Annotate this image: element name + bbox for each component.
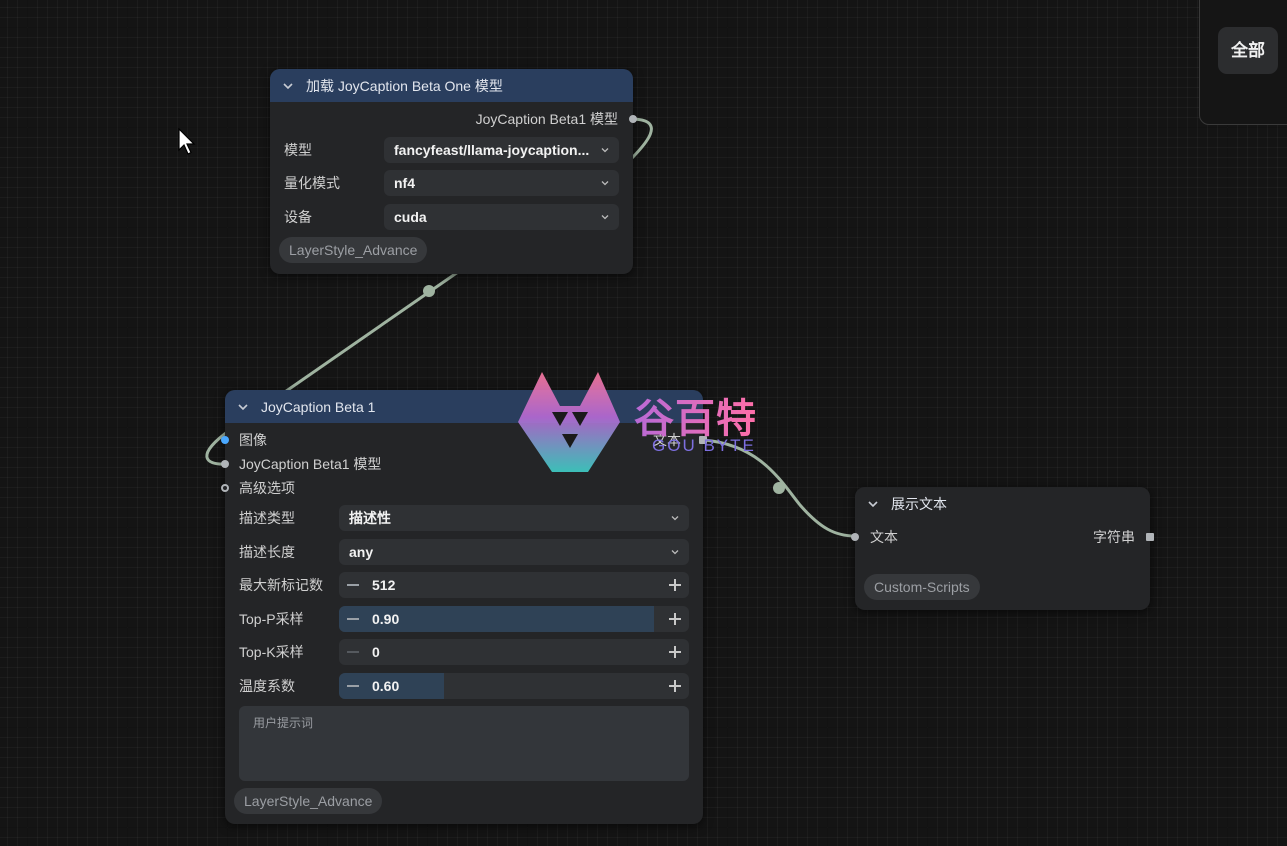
- chevron-down-icon: [601, 148, 609, 153]
- source-badge: LayerStyle_Advance: [279, 237, 428, 263]
- node-title: JoyCaption Beta 1: [261, 398, 376, 415]
- top-k-stepper[interactable]: 0: [339, 639, 689, 665]
- chevron-down-icon: [601, 181, 609, 186]
- user-prompt-placeholder: 用户提示词: [253, 716, 314, 730]
- user-prompt-textarea[interactable]: 用户提示词: [239, 706, 689, 781]
- quantization-value: nf4: [394, 175, 415, 191]
- joycaption-node[interactable]: JoyCaption Beta 1 图像 文本 JoyCaption Beta1…: [221, 390, 707, 824]
- caption-length-select[interactable]: any: [339, 539, 689, 565]
- node-title: 展示文本: [891, 495, 947, 512]
- model-select[interactable]: fancyfeast/llama-joycaption...: [384, 137, 619, 163]
- top-p-value: 0.90: [372, 611, 400, 627]
- load-joycaption-node[interactable]: 加载 JoyCaption Beta One 模型 JoyCaption Bet…: [270, 69, 637, 274]
- mouse-cursor-icon: [178, 128, 196, 155]
- chevron-down-icon: [601, 215, 609, 220]
- node-title: 加载 JoyCaption Beta One 模型: [306, 77, 503, 94]
- input-label-image: 图像: [239, 432, 267, 448]
- text-input-socket[interactable]: [851, 533, 859, 541]
- input-label-model: JoyCaption Beta1 模型: [239, 456, 382, 472]
- show-text-node[interactable]: 展示文本 文本 字符串 Custom-Scripts: [851, 487, 1154, 610]
- device-value: cuda: [394, 209, 427, 225]
- field-label-model: 模型: [284, 142, 312, 158]
- field-label-quant: 量化模式: [284, 175, 340, 191]
- collapse-chevron-icon[interactable]: [282, 80, 294, 92]
- top-k-value: 0: [372, 644, 380, 660]
- source-badge: Custom-Scripts: [864, 574, 980, 600]
- max-tokens-value: 512: [372, 577, 396, 593]
- caption-type-value: 描述性: [349, 510, 391, 526]
- input-label-text: 文本: [870, 529, 898, 545]
- node-header[interactable]: 展示文本: [855, 487, 1150, 520]
- chevron-down-icon: [671, 550, 679, 555]
- output-label-string: 字符串: [1093, 529, 1135, 545]
- image-input-socket[interactable]: [221, 436, 229, 444]
- caption-type-select[interactable]: 描述性: [339, 505, 689, 531]
- device-select[interactable]: cuda: [384, 204, 619, 230]
- top-p-stepper[interactable]: 0.90: [339, 606, 689, 632]
- source-badge: LayerStyle_Advance: [234, 788, 383, 814]
- temperature-stepper[interactable]: 0.60: [339, 673, 689, 699]
- all-button[interactable]: 全部: [1218, 27, 1278, 74]
- max-tokens-stepper[interactable]: 512: [339, 572, 689, 598]
- quantization-select[interactable]: nf4: [384, 170, 619, 196]
- wire-reroute-dot: [423, 285, 435, 297]
- node-header[interactable]: JoyCaption Beta 1: [225, 390, 703, 423]
- input-label-options: 高级选项: [239, 480, 295, 496]
- caption-length-value: any: [349, 544, 374, 560]
- minus-icon[interactable]: [347, 651, 359, 653]
- collapse-chevron-icon[interactable]: [237, 401, 249, 413]
- output-label-text: 文本: [653, 432, 681, 448]
- model-input-socket[interactable]: [221, 460, 229, 468]
- field-label-temperature: 温度系数: [239, 678, 295, 694]
- options-input-socket[interactable]: [221, 484, 229, 492]
- output-socket[interactable]: [1146, 533, 1154, 541]
- temperature-value: 0.60: [372, 678, 400, 694]
- chevron-down-icon: [671, 516, 679, 521]
- minus-icon[interactable]: [347, 685, 359, 687]
- field-label-max-tokens: 最大新标记数: [239, 577, 323, 593]
- wire-text-to-show: [703, 438, 856, 538]
- output-socket[interactable]: [699, 436, 707, 444]
- field-label-caption-length: 描述长度: [239, 544, 295, 560]
- field-label-top-p: Top-P采样: [239, 611, 304, 627]
- field-label-caption-type: 描述类型: [239, 510, 295, 526]
- field-label-device: 设备: [284, 209, 312, 225]
- output-label: JoyCaption Beta1 模型: [475, 111, 618, 127]
- minus-icon[interactable]: [347, 618, 359, 620]
- wire-model-to-caption: [628, 117, 653, 162]
- model-value: fancyfeast/llama-joycaption...: [394, 142, 590, 158]
- collapse-chevron-icon[interactable]: [867, 498, 879, 510]
- node-header[interactable]: 加载 JoyCaption Beta One 模型: [270, 69, 633, 102]
- wire-reroute-dot: [773, 482, 785, 494]
- minus-icon[interactable]: [347, 584, 359, 586]
- field-label-top-k: Top-K采样: [239, 644, 304, 660]
- output-socket[interactable]: [629, 115, 637, 123]
